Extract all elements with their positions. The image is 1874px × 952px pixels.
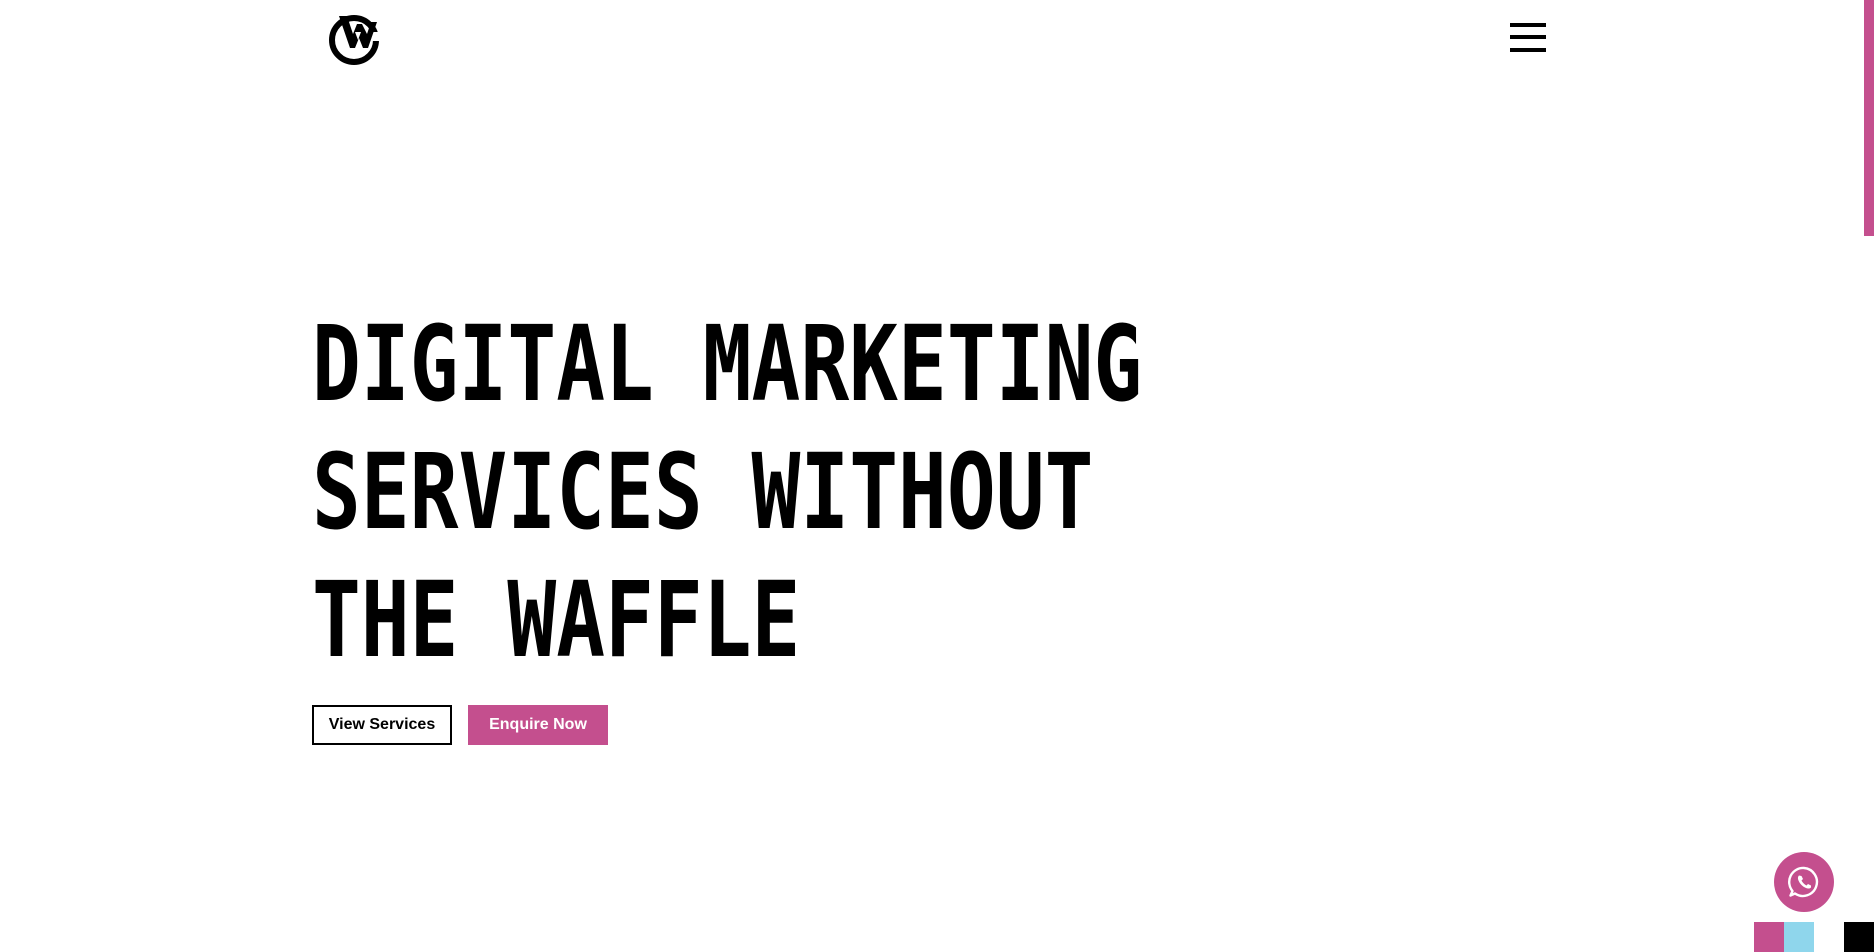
swatch-pink[interactable] — [1754, 922, 1784, 952]
wm-logo-icon — [329, 15, 379, 65]
whatsapp-button[interactable] — [1774, 852, 1834, 912]
swatch-light-blue[interactable] — [1784, 922, 1814, 952]
whatsapp-icon — [1788, 866, 1819, 898]
hero-title-line-1: DIGITAL MARKETING — [312, 303, 1143, 425]
swatch-black[interactable] — [1844, 922, 1874, 952]
view-services-button[interactable]: View Services — [312, 705, 452, 745]
enquire-now-button[interactable]: Enquire Now — [468, 705, 608, 745]
hero-title-line-2: SERVICES WITHOUT — [312, 431, 1094, 553]
hamburger-bar — [1510, 35, 1546, 39]
scroll-progress-bar[interactable] — [1864, 0, 1874, 236]
menu-toggle-button[interactable] — [1510, 22, 1548, 54]
hero-title-line-3: THE WAFFLE — [312, 559, 801, 681]
hamburger-bar — [1510, 48, 1546, 52]
hero-buttons: View Services Enquire Now — [312, 705, 608, 745]
hamburger-bar — [1510, 23, 1546, 27]
page: DIGITAL MARKETING SERVICES WITHOUT THE W… — [0, 0, 1874, 952]
hero-title: DIGITAL MARKETING SERVICES WITHOUT THE W… — [312, 300, 1142, 684]
site-logo[interactable] — [327, 12, 381, 66]
